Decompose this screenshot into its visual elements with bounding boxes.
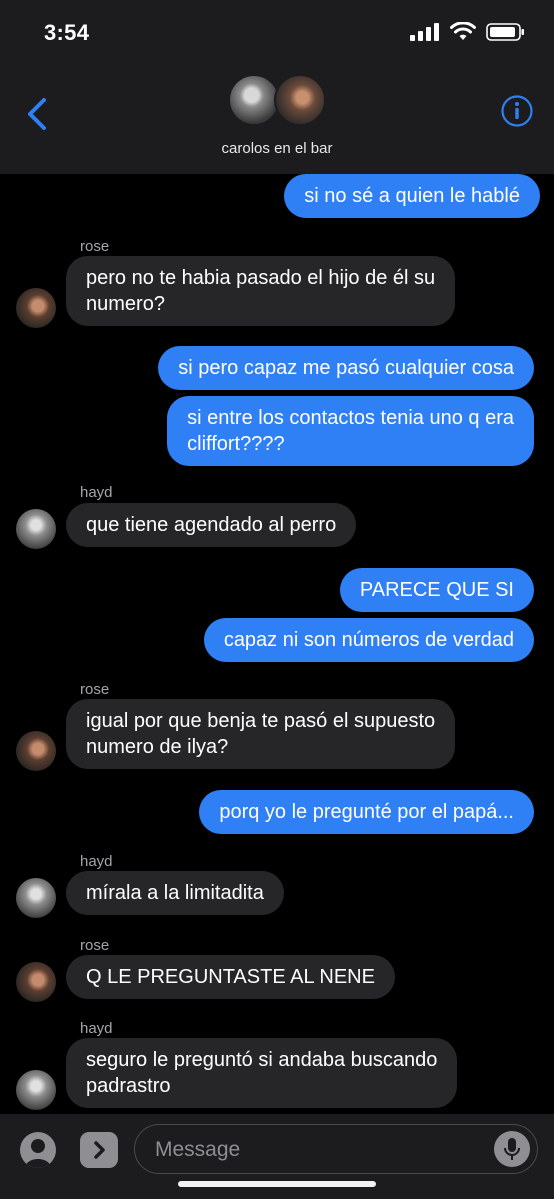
message-bubble-sent[interactable]: si entre los contactos tenia uno q era c… (167, 396, 534, 466)
avatar-hayd[interactable] (16, 509, 56, 549)
avatar-rose[interactable] (16, 731, 56, 771)
signal-icon (410, 23, 439, 41)
message-bubble-received[interactable]: Q LE PREGUNTASTE AL NENE (66, 955, 395, 999)
group-avatar-2 (274, 74, 326, 126)
sender-name: hayd (80, 1020, 113, 1037)
group-avatars[interactable] (228, 74, 328, 130)
avatar-rose[interactable] (16, 288, 56, 328)
sender-name: hayd (80, 853, 113, 870)
message-input[interactable]: Message (134, 1124, 538, 1174)
message-bubble-sent[interactable]: capaz ni son números de verdad (203, 618, 534, 662)
message-text-line: seguro le preguntó si andaba buscando (86, 1049, 438, 1071)
message-text-line: igual por que benja te pasó el supuesto (86, 710, 436, 732)
message-text-line: padrastro (86, 1075, 171, 1097)
message-text-line: cliffort???? (187, 433, 285, 455)
sender-name: rose (80, 937, 110, 954)
message-bubble-sent[interactable]: PARECE QUE SI (339, 568, 534, 612)
message-text-line: pero no te habia pasado el hijo de él su (86, 267, 436, 289)
avatar-hayd[interactable] (16, 1070, 56, 1110)
conversation-header: carolos en el bar (0, 64, 554, 174)
message-bubble-sent[interactable]: si pero capaz me pasó cualquier cosa (158, 346, 534, 390)
message-bubble-received[interactable]: pero no te habia pasado el hijo de él su… (66, 256, 456, 326)
sender-name: rose (80, 681, 110, 698)
message-text-line: numero de ilya? (86, 736, 229, 758)
status-bar: 3:54 (0, 0, 554, 64)
sender-name: rose (80, 238, 110, 255)
avatar-rose[interactable] (16, 962, 56, 1002)
message-bubble-sent[interactable]: porq yo le pregunté por el papá... (199, 790, 534, 834)
microphone-icon[interactable] (494, 1131, 530, 1167)
message-text: si pero capaz me pasó cualquier cosa (178, 357, 514, 379)
avatar-hayd[interactable] (16, 878, 56, 918)
status-time: 3:54 (44, 20, 90, 45)
message-placeholder: Message (155, 1138, 241, 1161)
message-bubble-received[interactable]: mírala a la limitadita (66, 871, 284, 915)
status-icons (410, 22, 526, 42)
wifi-icon (450, 22, 476, 40)
message-text: capaz ni son números de verdad (223, 629, 514, 651)
chevron-right-icon[interactable] (80, 1132, 118, 1168)
message-bubble-received[interactable]: igual por que benja te pasó el supuesto … (66, 699, 456, 769)
message-bubble-received[interactable]: seguro le preguntó si andaba buscando pa… (66, 1038, 458, 1108)
battery-icon (486, 23, 524, 41)
message-bubble-received[interactable]: que tiene agendado al perro (66, 503, 357, 547)
message-text: que tiene agendado al perro (86, 514, 337, 536)
message-text-line: si entre los contactos tenia uno q era (187, 407, 514, 429)
message-text: PARECE QUE SI (359, 579, 514, 601)
message-text-line: numero? (86, 293, 165, 315)
sender-name: hayd (80, 484, 113, 501)
chevron-left-icon[interactable] (22, 94, 52, 134)
group-name[interactable]: carolos en el bar (0, 140, 554, 157)
person-icon[interactable] (20, 1132, 56, 1168)
info-icon[interactable] (500, 94, 534, 128)
home-indicator[interactable] (178, 1181, 376, 1187)
message-text: porq yo le pregunté por el papá... (219, 801, 514, 823)
message-text: mírala a la limitadita (86, 882, 264, 904)
message-text: Q LE PREGUNTASTE AL NENE (86, 966, 375, 988)
message-text: si no sé a quien le hablé (304, 185, 520, 207)
group-avatar-1 (228, 74, 280, 126)
message-bubble-sent[interactable]: si no sé a quien le hablé (284, 174, 540, 218)
